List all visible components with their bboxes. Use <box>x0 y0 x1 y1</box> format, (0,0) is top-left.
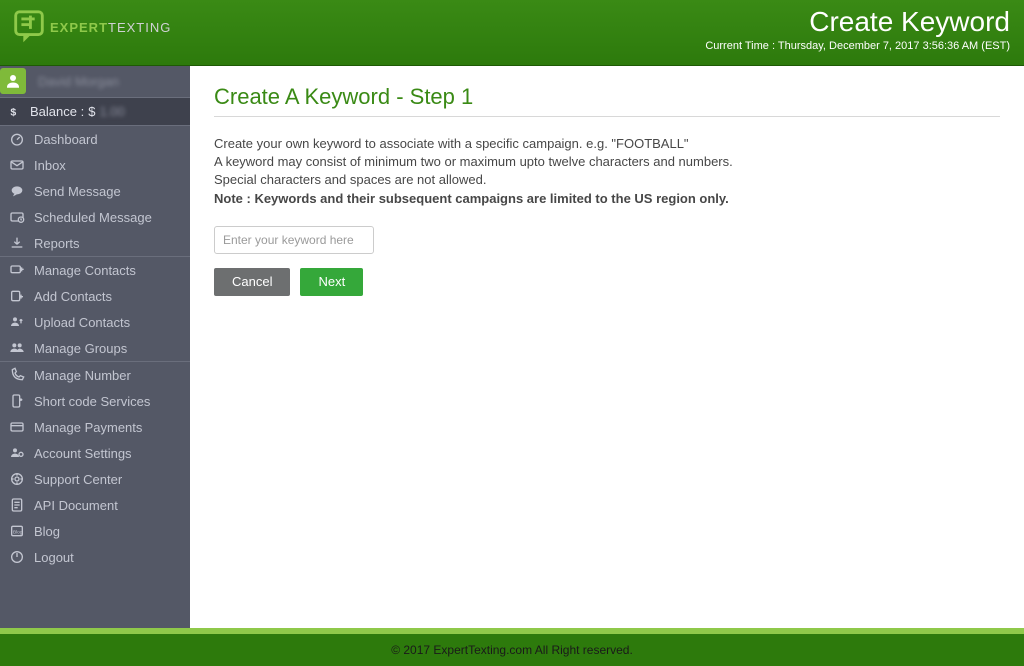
current-time: Current Time : Thursday, December 7, 201… <box>705 40 1010 52</box>
shortcode-icon <box>8 392 26 410</box>
sidebar-item-label: Manage Groups <box>34 341 127 356</box>
sidebar-item-manage-number[interactable]: Manage Number <box>0 362 190 388</box>
phone-icon <box>8 366 26 384</box>
user-name: David Morgan <box>38 74 119 89</box>
page-title: Create Keyword <box>705 6 1010 38</box>
blog-icon: Blog <box>8 522 26 540</box>
credit-card-icon <box>8 418 26 436</box>
chat-icon <box>8 182 26 200</box>
svg-text:$: $ <box>10 106 16 118</box>
gear-user-icon <box>8 444 26 462</box>
desc-line-1: Create your own keyword to associate wit… <box>214 135 1000 153</box>
step-title: Create A Keyword - Step 1 <box>214 84 1000 110</box>
gauge-icon <box>8 130 26 148</box>
title-divider <box>214 116 1000 117</box>
sidebar-item-api-document[interactable]: API Document <box>0 492 190 518</box>
logo-icon <box>10 8 48 46</box>
footer-text: © 2017 ExpertTexting.com All Right reser… <box>391 643 633 657</box>
balance-row[interactable]: $ Balance : $ 1.00 <box>0 98 190 126</box>
download-icon <box>8 234 26 252</box>
sidebar-item-label: Scheduled Message <box>34 210 152 225</box>
sidebar-item-label: Support Center <box>34 472 122 487</box>
sidebar-item-label: Manage Payments <box>34 420 142 435</box>
sidebar-item-scheduled-message[interactable]: Scheduled Message <box>0 204 190 230</box>
power-icon <box>8 548 26 566</box>
doc-icon <box>8 496 26 514</box>
clock-mail-icon <box>8 208 26 226</box>
avatar-icon <box>0 68 26 94</box>
dollar-icon: $ <box>8 105 22 119</box>
header-right: Create Keyword Current Time : Thursday, … <box>705 6 1010 52</box>
sidebar-item-label: Manage Contacts <box>34 263 136 278</box>
cancel-button[interactable]: Cancel <box>214 268 290 296</box>
desc-note: Note : Keywords and their subsequent cam… <box>214 190 1000 208</box>
balance-currency: $ <box>88 104 95 119</box>
balance-value: 1.00 <box>99 104 124 119</box>
upload-user-icon <box>8 313 26 331</box>
sidebar-item-blog[interactable]: Blog Blog <box>0 518 190 544</box>
sidebar-item-short-code-services[interactable]: Short code Services <box>0 388 190 414</box>
main-content: Create A Keyword - Step 1 Create your ow… <box>190 66 1024 628</box>
logo-text: EXPERTTEXTING <box>50 20 171 35</box>
sidebar-item-dashboard[interactable]: Dashboard <box>0 126 190 152</box>
sidebar-item-inbox[interactable]: Inbox <box>0 152 190 178</box>
group-icon <box>8 339 26 357</box>
sidebar-item-manage-contacts[interactable]: Manage Contacts <box>0 257 190 283</box>
next-button[interactable]: Next <box>300 268 363 296</box>
sidebar-item-logout[interactable]: Logout <box>0 544 190 570</box>
sidebar-item-support-center[interactable]: Support Center <box>0 466 190 492</box>
sidebar-item-add-contacts[interactable]: Add Contacts <box>0 283 190 309</box>
sidebar-item-manage-groups[interactable]: Manage Groups <box>0 335 190 361</box>
keyword-input[interactable] <box>214 226 374 254</box>
sidebar-item-label: API Document <box>34 498 118 513</box>
sidebar-item-label: Inbox <box>34 158 66 173</box>
sidebar-item-label: Dashboard <box>34 132 98 147</box>
sidebar-item-reports[interactable]: Reports <box>0 230 190 256</box>
button-row: Cancel Next <box>214 268 1000 296</box>
sidebar-item-label: Short code Services <box>34 394 150 409</box>
desc-line-3: Special characters and spaces are not al… <box>214 171 1000 189</box>
desc-line-2: A keyword may consist of minimum two or … <box>214 153 1000 171</box>
sidebar-item-label: Logout <box>34 550 74 565</box>
sidebar-item-label: Send Message <box>34 184 121 199</box>
card-plus-icon <box>8 261 26 279</box>
sidebar-item-label: Add Contacts <box>34 289 112 304</box>
sidebar-item-label: Blog <box>34 524 60 539</box>
footer: © 2017 ExpertTexting.com All Right reser… <box>0 628 1024 666</box>
sidebar-item-label: Account Settings <box>34 446 132 461</box>
sidebar-item-account-settings[interactable]: Account Settings <box>0 440 190 466</box>
sidebar-item-label: Upload Contacts <box>34 315 130 330</box>
balance-label: Balance : <box>30 104 84 119</box>
envelope-icon <box>8 156 26 174</box>
support-icon <box>8 470 26 488</box>
sidebar: David Morgan $ Balance : $ 1.00 Dashboar… <box>0 66 190 628</box>
sidebar-item-label: Reports <box>34 236 80 251</box>
header: EXPERTTEXTING Create Keyword Current Tim… <box>0 0 1024 66</box>
svg-text:Blog: Blog <box>13 530 23 535</box>
user-row[interactable]: David Morgan <box>0 66 190 98</box>
sidebar-item-send-message[interactable]: Send Message <box>0 178 190 204</box>
logo[interactable]: EXPERTTEXTING <box>10 8 171 46</box>
add-card-icon <box>8 287 26 305</box>
description: Create your own keyword to associate wit… <box>214 135 1000 208</box>
sidebar-item-manage-payments[interactable]: Manage Payments <box>0 414 190 440</box>
sidebar-item-label: Manage Number <box>34 368 131 383</box>
sidebar-item-upload-contacts[interactable]: Upload Contacts <box>0 309 190 335</box>
